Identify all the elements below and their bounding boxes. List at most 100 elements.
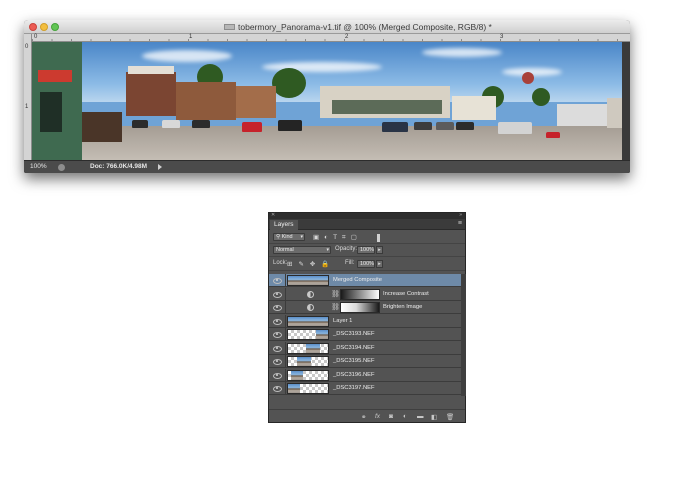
tree: [532, 88, 550, 106]
layer-row[interactable]: Layer 1: [269, 314, 461, 328]
vertical-ruler[interactable]: 0 1: [24, 34, 32, 160]
zoom-level[interactable]: 100%: [30, 163, 47, 170]
eye-icon[interactable]: [273, 318, 282, 325]
building-roof: [128, 66, 174, 74]
car: [414, 122, 432, 130]
cloud: [142, 50, 232, 62]
adjustment-layer-icon: [307, 304, 314, 311]
chevron-down-icon: ▾: [326, 247, 329, 253]
layer-name: Increase Contrast: [383, 290, 429, 297]
opacity-slider-button[interactable]: ▸: [376, 246, 383, 254]
car: [132, 120, 148, 128]
layers-scrollbar[interactable]: [461, 274, 466, 396]
blend-mode-value: Normal: [276, 247, 294, 253]
tab-layers[interactable]: Layers: [270, 220, 298, 230]
layer-thumbnail: [287, 369, 329, 381]
storefront-sign: [38, 70, 72, 82]
layer-thumbnail: [287, 315, 329, 327]
ruler-mark: 3: [500, 34, 504, 40]
panorama-image[interactable]: [32, 42, 622, 160]
eye-icon[interactable]: [273, 277, 282, 284]
document-window: tobermory_Panorama-v1.tif @ 100% (Merged…: [24, 20, 630, 173]
minimize-button[interactable]: [40, 23, 48, 31]
blend-row: Normal ▾ Opacity: 100% ▸: [269, 244, 465, 257]
right-building: [607, 98, 622, 128]
trash-icon[interactable]: 🗑: [446, 413, 454, 421]
divider: [285, 355, 286, 367]
fill-label: Fill:: [345, 260, 355, 266]
status-info-icon[interactable]: [58, 164, 65, 171]
layers-list: Merged Composite ⛓ Increase Contrast ⛓ B…: [269, 274, 461, 396]
divider: [285, 287, 286, 300]
document-title: tobermory_Panorama-v1.tif @ 100% (Merged…: [238, 22, 492, 32]
brick-building: [126, 72, 176, 116]
panel-menu-icon[interactable]: ≡: [458, 220, 462, 227]
eye-icon[interactable]: [273, 331, 282, 338]
filter-type-icons[interactable]: ▣◐T⌗▢: [313, 233, 362, 242]
layer-row[interactable]: Merged Composite: [269, 274, 461, 287]
filter-toggle-switch[interactable]: [377, 234, 380, 242]
layer-thumbnail: [287, 383, 329, 394]
panel-close-icon[interactable]: ✕: [271, 212, 275, 218]
building: [236, 86, 276, 118]
fx-icon[interactable]: fx: [375, 413, 380, 420]
ruler-mark: 0: [25, 44, 29, 50]
tree: [272, 68, 306, 98]
layer-name: Layer 1: [333, 317, 353, 324]
eye-icon[interactable]: [273, 358, 282, 365]
layer-row[interactable]: _DSC3196.NEF: [269, 368, 461, 382]
layer-row[interactable]: _DSC3194.NEF: [269, 341, 461, 355]
horizontal-ruler[interactable]: 0 1 2 3: [32, 34, 630, 42]
add-mask-icon[interactable]: ◙: [389, 413, 393, 420]
chain-link-icon[interactable]: ⛓: [331, 303, 340, 311]
opacity-field[interactable]: 100%: [357, 246, 375, 254]
adjustment-icon[interactable]: ◐: [403, 413, 407, 420]
eye-icon[interactable]: [273, 345, 282, 352]
status-bar: 100% Doc: 766.0K/4.98M: [24, 160, 630, 173]
layer-thumbnail: [287, 342, 329, 354]
status-menu-arrow-icon[interactable]: [158, 164, 162, 170]
layer-row[interactable]: _DSC3193.NEF: [269, 328, 461, 341]
divider: [285, 368, 286, 381]
panel-collapse-icon[interactable]: »: [459, 212, 462, 218]
lock-icons[interactable]: ⊞✎✥🔒: [287, 260, 335, 268]
opacity-label: Opacity:: [335, 246, 358, 252]
layer-name: Merged Composite: [333, 277, 382, 283]
layer-name: _DSC3197.NEF: [333, 385, 375, 391]
folder-icon[interactable]: ▬: [417, 413, 424, 420]
car: [162, 120, 180, 128]
blend-mode-dropdown[interactable]: Normal ▾: [273, 246, 331, 254]
eye-icon[interactable]: [273, 304, 282, 311]
chain-link-icon[interactable]: ⛓: [331, 290, 340, 298]
layer-row[interactable]: _DSC3197.NEF: [269, 382, 461, 395]
car: [456, 122, 474, 130]
eye-icon[interactable]: [273, 291, 282, 298]
link-layers-icon[interactable]: ⚭: [361, 413, 366, 421]
title-bar[interactable]: tobermory_Panorama-v1.tif @ 100% (Merged…: [24, 20, 630, 34]
ruler-mark: 1: [189, 34, 193, 40]
new-layer-icon[interactable]: ◧: [431, 413, 437, 421]
car: [192, 120, 210, 128]
document-proxy-icon[interactable]: [224, 24, 235, 30]
layer-mask-thumbnail: [340, 302, 380, 313]
close-button[interactable]: [29, 23, 37, 31]
layer-name: _DSC3194.NEF: [333, 344, 375, 351]
divider: [285, 314, 286, 327]
panel-tab-row: Layers ≡: [269, 219, 465, 230]
pickup-truck: [498, 122, 532, 134]
filter-kind-dropdown[interactable]: ⚲ Kind ▾: [273, 233, 305, 241]
divider: [285, 341, 286, 354]
layer-row[interactable]: _DSC3195.NEF: [269, 355, 461, 368]
eye-icon[interactable]: [273, 385, 282, 392]
filter-row: ⚲ Kind ▾ ▣◐T⌗▢: [269, 231, 465, 244]
eye-icon[interactable]: [273, 372, 282, 379]
document-size: Doc: 766.0K/4.98M: [90, 163, 148, 170]
fill-slider-button[interactable]: ▸: [376, 260, 383, 268]
fill-value: 100%: [360, 261, 375, 267]
center-building-windows: [332, 100, 442, 114]
layer-row[interactable]: ⛓ Increase Contrast: [269, 287, 461, 301]
building: [176, 82, 236, 120]
layer-row[interactable]: ⛓ Brighten Image: [269, 301, 461, 314]
fill-field[interactable]: 100%: [357, 260, 375, 268]
zoom-button[interactable]: [51, 23, 59, 31]
